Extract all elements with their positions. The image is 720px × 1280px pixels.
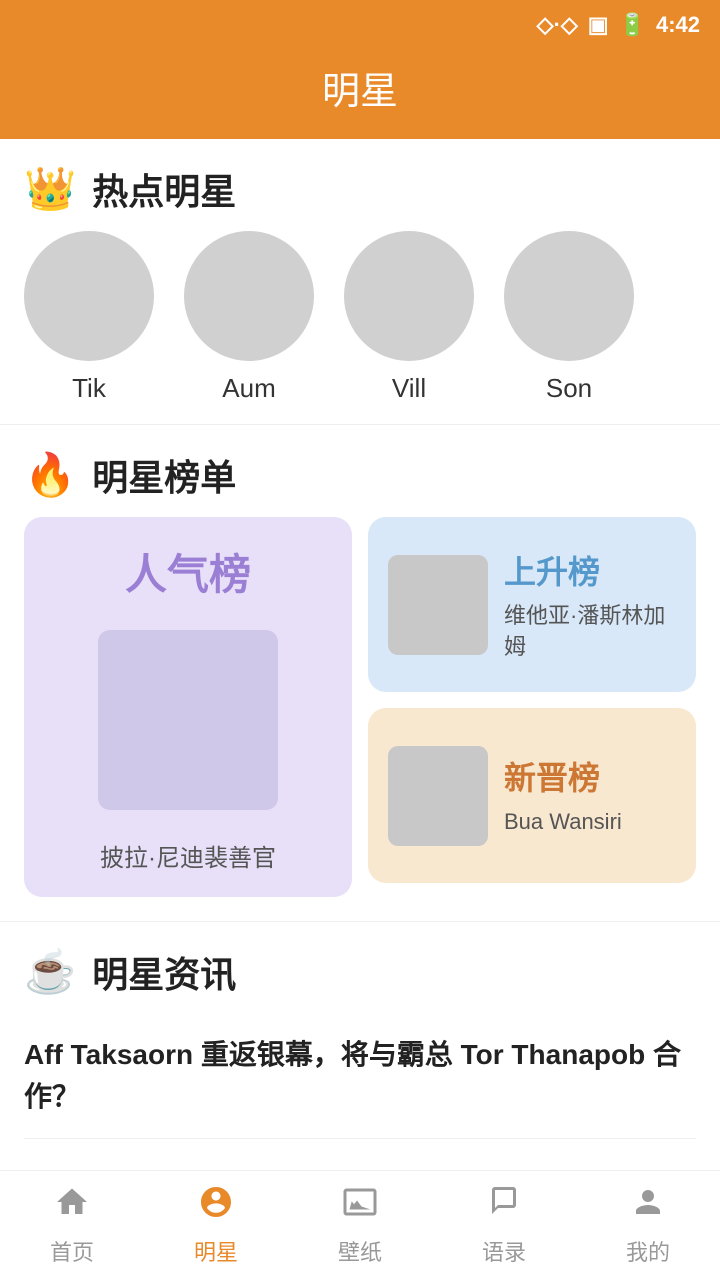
popular-rank-card[interactable]: 人气榜 披拉·尼迪裴善官: [24, 517, 352, 897]
nav-item-quotes[interactable]: 语录: [432, 1184, 576, 1267]
bottom-nav: 首页 明星 壁纸 语录 我的: [0, 1170, 720, 1280]
coffee-icon: ☕: [24, 948, 76, 997]
status-icons: ◇·◇ ▣ 🔋 4:42: [537, 12, 700, 38]
rising-rank-title: 上升榜: [504, 547, 676, 593]
nav-item-wallpaper[interactable]: 壁纸: [288, 1184, 432, 1267]
star-name-son: Son: [546, 373, 592, 404]
rising-rank-info: 上升榜 维他亚·潘斯林加姆: [504, 547, 676, 663]
nav-label-mine: 我的: [626, 1235, 670, 1267]
rising-rank-image: [388, 555, 488, 655]
star-avatar-son: [504, 231, 634, 361]
rankings-title: 明星榜单: [92, 449, 236, 501]
hot-stars-scroll[interactable]: Tik Aum Vill Son: [0, 231, 720, 424]
rankings-grid: 人气榜 披拉·尼迪裴善官 上升榜 维他亚·潘斯林加姆 新晋榜 Bua Wansi…: [0, 517, 720, 921]
rank-cards-right: 上升榜 维他亚·潘斯林加姆 新晋榜 Bua Wansiri: [368, 517, 696, 897]
nav-label-quotes: 语录: [482, 1235, 526, 1267]
popular-rank-image: [98, 630, 278, 810]
star-avatar-vill: [344, 231, 474, 361]
new-rank-title: 新晋榜: [504, 753, 676, 799]
star-name-tik: Tik: [72, 373, 106, 404]
status-bar: ◇·◇ ▣ 🔋 4:42: [0, 0, 720, 50]
new-rank-person: Bua Wansiri: [504, 807, 676, 838]
star-item-tik[interactable]: Tik: [24, 231, 154, 404]
popular-rank-person: 披拉·尼迪裴善官: [100, 838, 276, 873]
star-name-aum: Aum: [222, 373, 275, 404]
news-title: 明星资讯: [92, 946, 236, 998]
mine-icon: [630, 1184, 666, 1229]
popular-rank-title: 人气榜: [125, 541, 251, 602]
star-item-son[interactable]: Son: [504, 231, 634, 404]
flame-icon: 🔥: [24, 451, 76, 500]
connectivity-icon: ◇·◇: [537, 12, 578, 38]
hot-stars-title: 热点明星: [92, 163, 236, 215]
wallpaper-icon: [342, 1184, 378, 1229]
news-item-1[interactable]: Aff Taksaorn 重返银幕，将与霸总 Tor Thanapob 合作？: [24, 1014, 696, 1139]
crown-icon: 👑: [24, 165, 76, 214]
new-rank-info: 新晋榜 Bua Wansiri: [504, 753, 676, 838]
news-item-1-title: Aff Taksaorn 重返银幕，将与霸总 Tor Thanapob 合作？: [24, 1034, 696, 1118]
star-item-aum[interactable]: Aum: [184, 231, 314, 404]
star-avatar-aum: [184, 231, 314, 361]
page-header: 明星: [0, 50, 720, 139]
star-name-vill: Vill: [392, 373, 426, 404]
nav-item-mine[interactable]: 我的: [576, 1184, 720, 1267]
hot-stars-section-header: 👑 热点明星: [0, 139, 720, 231]
new-rank-image: [388, 746, 488, 846]
rankings-section-header: 🔥 明星榜单: [0, 425, 720, 517]
star-item-vill[interactable]: Vill: [344, 231, 474, 404]
time-display: 4:42: [656, 12, 700, 38]
main-content: 👑 热点明星 Tik Aum Vill Son: [0, 139, 720, 1259]
page-title: 明星: [0, 60, 720, 115]
nav-item-home[interactable]: 首页: [0, 1184, 144, 1267]
news-section-header: ☕ 明星资讯: [0, 922, 720, 1014]
home-icon: [54, 1184, 90, 1229]
new-rank-card[interactable]: 新晋榜 Bua Wansiri: [368, 708, 696, 883]
nav-label-stars: 明星: [194, 1235, 238, 1267]
news-list: Aff Taksaorn 重返银幕，将与霸总 Tor Thanapob 合作？: [0, 1014, 720, 1139]
nav-label-wallpaper: 壁纸: [338, 1235, 382, 1267]
rising-rank-card[interactable]: 上升榜 维他亚·潘斯林加姆: [368, 517, 696, 692]
stars-nav-icon: [198, 1184, 234, 1229]
signal-icon: ▣: [588, 12, 609, 38]
quotes-icon: [486, 1184, 522, 1229]
battery-icon: 🔋: [619, 12, 646, 38]
nav-item-stars[interactable]: 明星: [144, 1184, 288, 1267]
nav-label-home: 首页: [50, 1235, 94, 1267]
star-avatar-tik: [24, 231, 154, 361]
rising-rank-person: 维他亚·潘斯林加姆: [504, 601, 676, 663]
